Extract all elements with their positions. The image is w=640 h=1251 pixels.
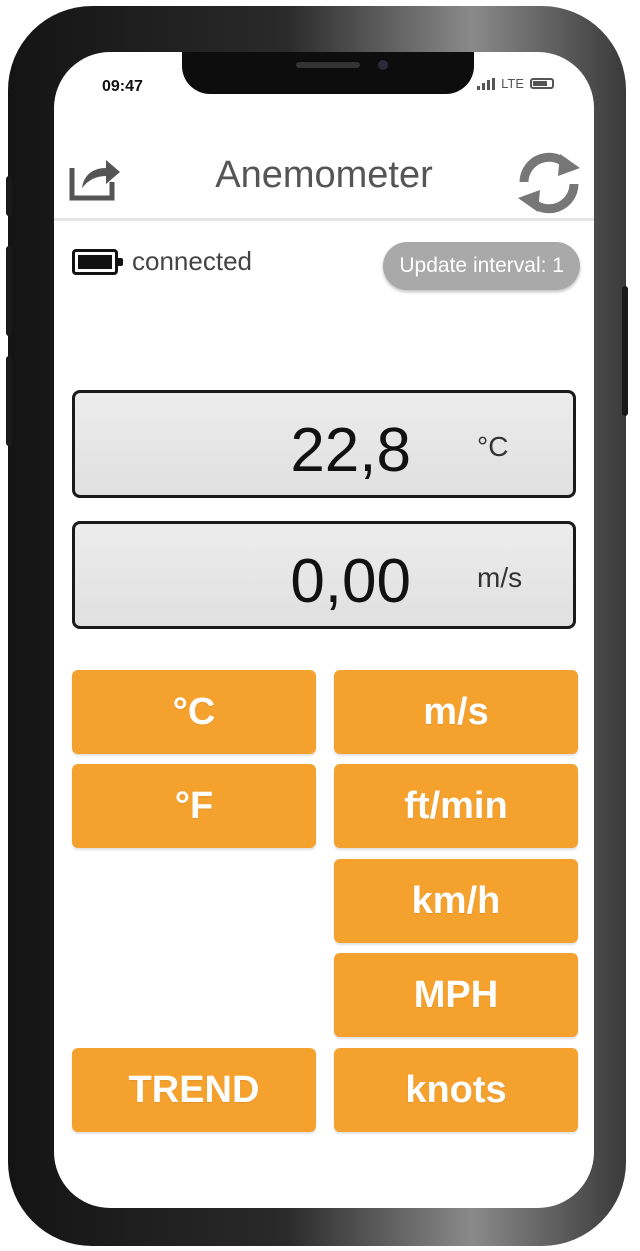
power-button: [622, 286, 628, 416]
app-screen: 09:47 LTE Anemometer connected Update in…: [54, 52, 594, 1208]
mph-button[interactable]: MPH: [334, 953, 578, 1037]
side-button: [6, 176, 12, 216]
speed-readout: 0,00 m/s: [72, 521, 576, 629]
ftmin-button[interactable]: ft/min: [334, 764, 578, 848]
celsius-button[interactable]: °C: [72, 670, 316, 754]
notch: [182, 52, 474, 94]
fahrenheit-button[interactable]: °F: [72, 764, 316, 848]
signal-icon: [477, 77, 496, 90]
connection-label: connected: [132, 246, 252, 276]
app-header: Anemometer: [54, 140, 594, 221]
speed-unit: m/s: [477, 562, 523, 593]
volume-down-button: [6, 356, 12, 446]
camera: [378, 60, 388, 70]
status-battery-icon: [530, 78, 554, 89]
temperature-readout: 22,8 °C: [72, 390, 576, 498]
network-label: LTE: [501, 76, 524, 91]
speed-value: 0,00: [290, 547, 411, 616]
status-indicators: LTE: [477, 76, 554, 91]
kmh-button[interactable]: km/h: [334, 859, 578, 943]
connection-status: connected: [72, 246, 252, 277]
status-time: 09:47: [102, 78, 143, 95]
speaker: [296, 62, 360, 68]
update-interval-button[interactable]: Update interval: 1: [383, 242, 580, 290]
trend-button[interactable]: TREND: [72, 1048, 316, 1132]
volume-up-button: [6, 246, 12, 336]
temperature-unit: °C: [477, 431, 509, 462]
ms-button[interactable]: m/s: [334, 670, 578, 754]
temperature-value: 22,8: [290, 416, 411, 485]
knots-button[interactable]: knots: [334, 1048, 578, 1132]
phone-frame: 09:47 LTE Anemometer connected Update in…: [6, 6, 628, 1246]
battery-icon: [72, 248, 123, 275]
refresh-icon[interactable]: [510, 148, 588, 218]
